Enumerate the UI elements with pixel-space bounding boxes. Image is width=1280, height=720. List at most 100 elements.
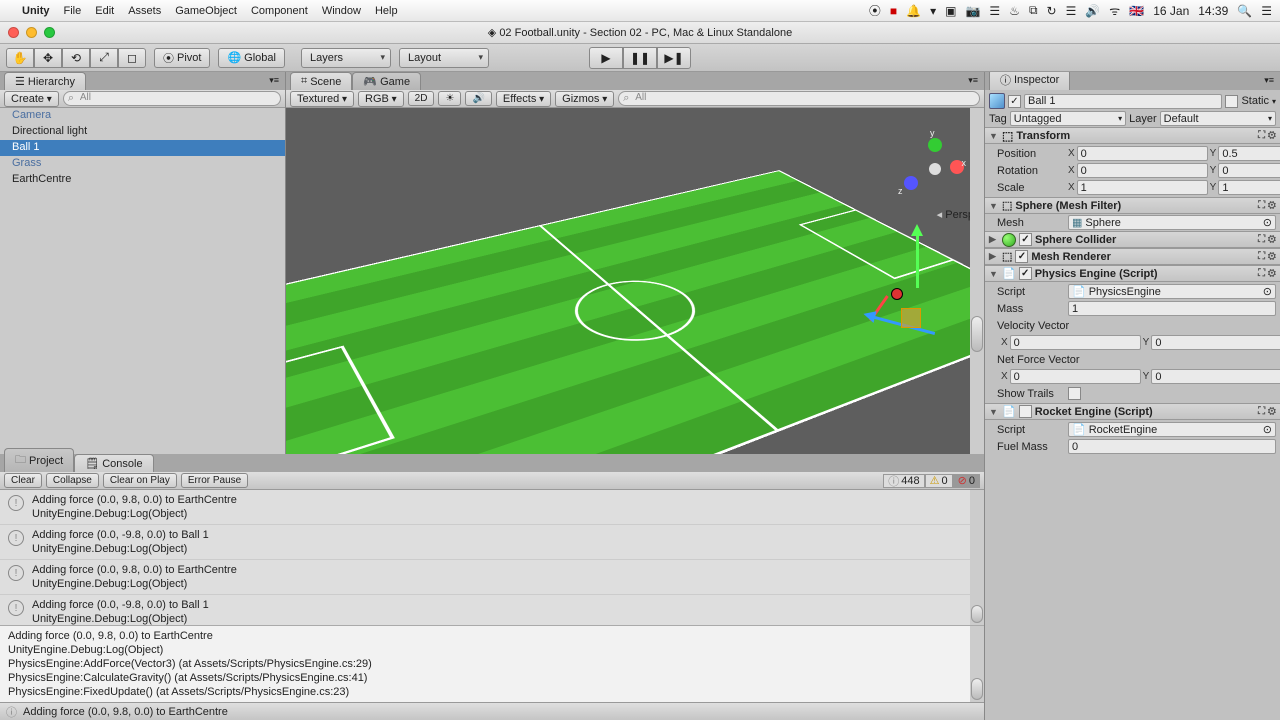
pos-y[interactable] (1218, 146, 1280, 161)
static-checkbox[interactable] (1225, 95, 1238, 108)
clock-date[interactable]: 16 Jan (1153, 4, 1189, 18)
log-entry[interactable]: !Adding force (0.0, 9.8, 0.0) to EarthCe… (0, 490, 984, 525)
persp-label[interactable]: ◂ Persp (937, 208, 974, 221)
sync-icon[interactable]: ↻ (1047, 4, 1057, 18)
spotlight-icon[interactable]: 🔍 (1237, 4, 1252, 18)
menu-gameobject[interactable]: GameObject (175, 5, 237, 17)
gizmo-y-axis[interactable] (916, 228, 919, 288)
bell-icon[interactable]: 🔔 (906, 4, 921, 18)
rocket-header[interactable]: Rocket Engine (Script) (1035, 406, 1153, 418)
flag-icon[interactable]: 🇬🇧 (1129, 4, 1144, 18)
fire-icon[interactable]: ♨ (1009, 4, 1020, 18)
create-dropdown[interactable]: Create ▾ (4, 91, 59, 107)
hierarchy-item-camera[interactable]: Camera (0, 108, 285, 124)
gear-icon[interactable]: ⛶ ⚙ (1258, 234, 1276, 245)
mass-field[interactable] (1068, 301, 1276, 316)
errorpause-button[interactable]: Error Pause (181, 473, 248, 488)
pause-button[interactable]: ❚❚ (623, 47, 657, 69)
stop-icon[interactable]: ■ (890, 4, 897, 18)
scene-search[interactable]: All (618, 91, 980, 106)
scale-tool[interactable]: ⤢ (90, 48, 118, 68)
meshfilter-header[interactable]: Sphere (Mesh Filter) (1015, 200, 1121, 212)
list-icon[interactable]: ☰ (1066, 4, 1077, 18)
hierarchy-item-grass[interactable]: Grass (0, 156, 285, 172)
scene-viewport[interactable]: x y z ◂ Persp (286, 108, 984, 454)
hierarchy-search[interactable]: All (63, 91, 281, 106)
rendermode-dropdown[interactable]: RGB ▾ (358, 91, 404, 107)
meshrenderer-header[interactable]: Mesh Renderer (1031, 251, 1110, 263)
enable-checkbox[interactable] (1019, 405, 1032, 418)
step-button[interactable]: ▶❚ (657, 47, 691, 69)
log-entry[interactable]: !Adding force (0.0, -9.8, 0.0) to Ball 1… (0, 525, 984, 560)
hand-tool[interactable]: ✋ (6, 48, 34, 68)
panel-menu-icon[interactable]: ▾≡ (269, 75, 279, 86)
2d-toggle[interactable]: 2D (408, 91, 435, 106)
enable-checkbox[interactable]: ✓ (1019, 267, 1032, 280)
info-count[interactable]: ⓘ448 (883, 474, 924, 488)
net-x[interactable] (1010, 369, 1141, 384)
console-log-list[interactable]: !Adding force (0.0, 9.8, 0.0) to EarthCe… (0, 490, 984, 625)
pivot-toggle[interactable]: ⦿ Pivot (154, 48, 210, 68)
fold-icon[interactable]: ▼ (989, 131, 999, 141)
clear-button[interactable]: Clear (4, 473, 42, 488)
vel-y[interactable] (1151, 335, 1280, 350)
game-tab[interactable]: 🎮 Game (352, 72, 421, 90)
menu-window[interactable]: Window (322, 5, 361, 17)
trails-checkbox[interactable] (1068, 387, 1081, 400)
hierarchy-item-earthcentre[interactable]: EarthCentre (0, 172, 285, 188)
physics-header[interactable]: Physics Engine (Script) (1035, 268, 1158, 280)
fold-icon[interactable]: ▶ (989, 234, 999, 245)
enable-checkbox[interactable]: ✓ (1015, 250, 1028, 263)
gizmo-centre[interactable] (901, 308, 921, 328)
scene-tab[interactable]: ⌗ Scene (290, 72, 352, 90)
hierarchy-item-light[interactable]: Directional light (0, 124, 285, 140)
layer-dropdown[interactable]: Default▾ (1160, 111, 1276, 126)
layout-dropdown[interactable]: Layout (399, 48, 489, 68)
audio-toggle[interactable]: 🔊 (465, 91, 491, 106)
console-tab[interactable]: 🗒 Console (74, 454, 153, 472)
scl-y[interactable] (1218, 180, 1280, 195)
gameobject-icon[interactable] (989, 93, 1005, 109)
tag-dropdown[interactable]: Untagged▾ (1010, 111, 1126, 126)
rotate-tool[interactable]: ⟲ (62, 48, 90, 68)
gear-icon[interactable]: ⛶ ⚙ (1258, 130, 1276, 141)
enable-checkbox[interactable]: ✓ (1019, 233, 1032, 246)
gear-icon[interactable]: ⛶ ⚙ (1258, 268, 1276, 279)
zoom-button[interactable] (44, 27, 55, 38)
check-icon[interactable]: ▣ (945, 4, 956, 18)
active-checkbox[interactable]: ✓ (1008, 95, 1021, 108)
menu-file[interactable]: File (64, 5, 82, 17)
fold-icon[interactable]: ▼ (989, 269, 999, 279)
panel-menu-icon[interactable]: ▾≡ (968, 75, 978, 86)
selected-object[interactable] (891, 288, 903, 300)
rect-tool[interactable]: ◻ (118, 48, 146, 68)
vel-x[interactable] (1010, 335, 1141, 350)
gear-icon[interactable]: ⛶ ⚙ (1258, 251, 1276, 262)
clearonplay-button[interactable]: Clear on Play (103, 473, 177, 488)
orientation-gizmo[interactable]: x y z (904, 138, 964, 198)
transform-header[interactable]: Transform (1016, 130, 1070, 142)
project-tab[interactable]: 🗀 Project (4, 448, 74, 472)
rot-y[interactable] (1218, 163, 1280, 178)
mesh-field[interactable]: ▦Sphere⊙ (1068, 215, 1276, 230)
fuel-field[interactable] (1068, 439, 1276, 454)
wifi-icon[interactable]: ᯤ (1109, 2, 1120, 19)
fold-icon[interactable]: ▶ (989, 251, 999, 262)
play-button[interactable]: ▶ (589, 47, 623, 69)
layers-dropdown[interactable]: Layers (301, 48, 391, 68)
warn-count[interactable]: ⚠0 (925, 474, 953, 488)
camera-icon[interactable]: 📷 (965, 4, 980, 18)
net-y[interactable] (1151, 369, 1280, 384)
inspector-tab[interactable]: ⓘ Inspector (989, 72, 1070, 90)
menu-edit[interactable]: Edit (95, 5, 114, 17)
clock-time[interactable]: 14:39 (1198, 4, 1228, 18)
spherecollider-header[interactable]: Sphere Collider (1035, 234, 1116, 246)
log-scrollbar[interactable] (970, 490, 984, 625)
notif-icon[interactable]: ☰ (1261, 4, 1272, 18)
fold-icon[interactable]: ▼ (989, 407, 999, 417)
fold-icon[interactable]: ▼ (989, 201, 999, 211)
minimize-button[interactable] (26, 27, 37, 38)
menu-component[interactable]: Component (251, 5, 308, 17)
log-entry[interactable]: !Adding force (0.0, -9.8, 0.0) to Ball 1… (0, 595, 984, 625)
gameobject-name-field[interactable] (1024, 94, 1222, 109)
